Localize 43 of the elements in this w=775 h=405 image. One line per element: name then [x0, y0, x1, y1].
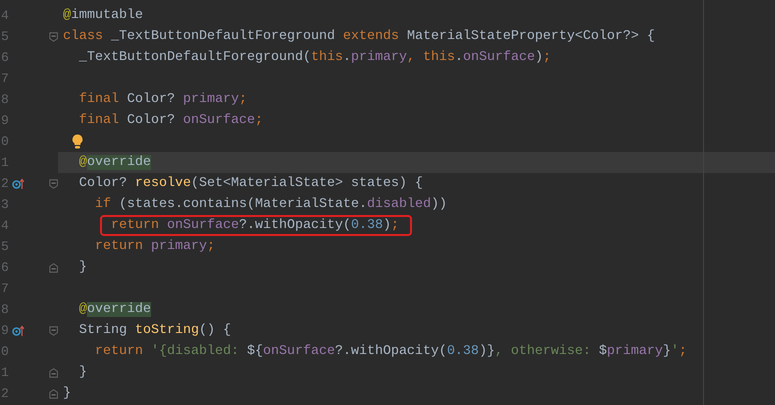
line-number: 7 [0, 280, 10, 298]
fold-marker-icon[interactable] [48, 30, 58, 42]
line-number: 9 [0, 112, 10, 130]
line-number: 1 [0, 364, 10, 382]
fold-marker-icon[interactable] [48, 324, 58, 336]
code-line: _TextButtonDefaultForeground(this.primary, this.onSurface); [78, 49, 551, 67]
fold-marker-icon[interactable] [48, 178, 58, 190]
code-line: if (states.contains(MaterialState.disabled)) [94, 196, 447, 214]
code-line: class _TextButtonDefaultForeground extends MaterialStateProperty<Color?> { [63, 28, 655, 46]
line-number: 2 [0, 384, 10, 403]
line-number: 6 [0, 258, 10, 277]
code-line: String toString() { [78, 322, 231, 340]
line-number: 2 [0, 174, 10, 193]
code-line: } [78, 259, 87, 277]
line-number: 0 [0, 342, 10, 361]
code-line: @override [78, 301, 151, 319]
fold-marker-icon[interactable] [48, 366, 58, 378]
line-number: 8 [0, 90, 10, 109]
fold-marker-icon[interactable] [48, 262, 58, 274]
code-line: final Color? primary; [78, 91, 247, 109]
code-line: Color? resolve(Set<MaterialState> states) { [78, 175, 423, 193]
lightbulb-icon[interactable] [72, 134, 83, 149]
code-line: return primary; [94, 238, 215, 256]
code-line: } [63, 385, 71, 403]
line-number: 6 [0, 48, 10, 67]
code-line: } [78, 364, 87, 382]
line-number: 0 [0, 132, 10, 151]
fold-marker-icon[interactable] [48, 388, 58, 400]
code-line: @override [78, 154, 151, 172]
override-icon[interactable] [12, 324, 24, 336]
code-line: final Color? onSurface; [78, 112, 263, 130]
line-number: 5 [0, 28, 10, 46]
line-number: 4 [0, 216, 10, 235]
line-number: 4 [0, 6, 10, 25]
code-line: @immutable [63, 7, 143, 25]
line-number: 1 [0, 154, 10, 172]
code-line: return '{disabled: ${onSurface?.withOpacity(0.38)}, otherwise: $primary}'; [94, 343, 687, 361]
override-icon[interactable] [12, 178, 24, 190]
line-number: 3 [0, 196, 10, 214]
line-number: 5 [0, 238, 10, 256]
line-number: 9 [0, 322, 10, 340]
line-number: 7 [0, 70, 10, 88]
line-number: 8 [0, 300, 10, 319]
